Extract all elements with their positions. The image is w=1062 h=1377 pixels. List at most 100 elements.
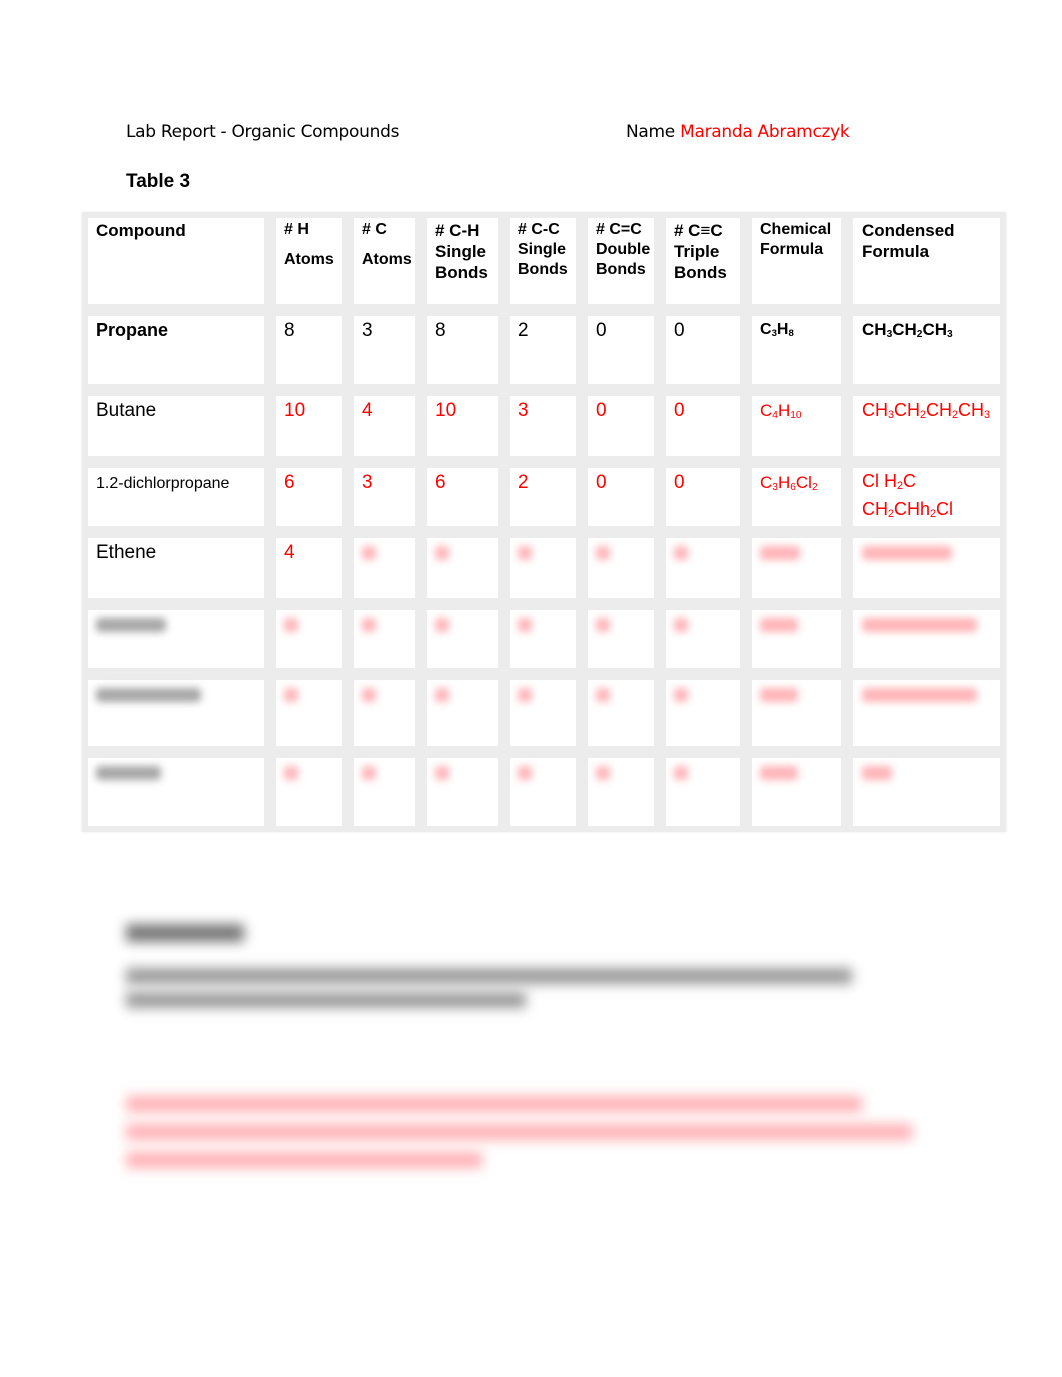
grid-cell <box>847 604 1006 674</box>
column-header-line: # C-C <box>518 221 560 238</box>
cell-value-cdc: 0 <box>596 400 607 421</box>
column-header: # C≡C Triple Bonds <box>674 220 727 283</box>
cell-value-cc: 2 <box>518 320 529 341</box>
column-header-line: Single <box>518 241 567 258</box>
grid-cell <box>660 462 746 532</box>
obscured-value <box>518 618 532 632</box>
obscured-value <box>518 546 532 560</box>
grid-cell <box>582 462 660 532</box>
formula-subscript: 3 <box>947 329 953 340</box>
grid-cell <box>582 604 660 674</box>
grid-cell <box>660 390 746 462</box>
grid-cell <box>348 674 421 752</box>
condensed-formula-line: Cl H2C <box>862 470 953 498</box>
obscured-value <box>362 618 376 632</box>
column-header-line: Formula <box>760 241 824 258</box>
grid-cell <box>270 310 348 390</box>
grid-cell <box>582 390 660 462</box>
cell-value-c: 3 <box>362 320 373 341</box>
compound-name: Propane <box>96 320 169 340</box>
obscured-value <box>362 766 376 780</box>
formula-part: CH <box>892 320 917 339</box>
column-header-line: Triple <box>674 242 720 261</box>
grid-cell <box>504 310 582 390</box>
formula-part: C <box>760 401 773 420</box>
formula-part: H <box>777 401 791 420</box>
obscured-compound-name <box>96 688 201 702</box>
obscured-value <box>674 688 688 702</box>
grid-cell <box>348 604 421 674</box>
grid-cell <box>421 604 504 674</box>
obscured-value <box>596 688 610 702</box>
formula-part: H <box>777 473 791 492</box>
answer-1-line2-obscured <box>126 1124 912 1140</box>
formula-part: Cl H <box>862 471 897 491</box>
formula-subscript: 10 <box>790 410 802 421</box>
obscured-value <box>435 688 449 702</box>
grid-cell <box>847 532 1006 604</box>
obscured-value <box>862 618 977 632</box>
obscured-value <box>862 688 977 702</box>
compound-name: 1.2-dichlorpropane <box>96 475 230 492</box>
grid-cell <box>421 462 504 532</box>
column-header-line: Atoms <box>362 251 412 268</box>
answer-1-obscured <box>126 1096 862 1112</box>
column-header-line: Formula <box>862 242 930 261</box>
obscured-value <box>435 766 449 780</box>
condensed-formula: Cl H2C CH2CHh2Cl <box>862 470 953 526</box>
formula-part: CH <box>862 400 888 420</box>
grid-row <box>82 532 1006 604</box>
column-header: # H Atoms <box>284 220 334 270</box>
column-header-line: Bonds <box>596 261 646 278</box>
obscured-value <box>596 546 610 560</box>
formula-part: CH <box>958 400 985 420</box>
cell-value-ch: 10 <box>435 400 457 421</box>
cell-value-h: 10 <box>284 400 306 421</box>
obscured-value <box>760 688 798 702</box>
table-title: Table 3 <box>126 171 191 192</box>
obscured-value <box>518 688 532 702</box>
obscured-value <box>760 766 798 780</box>
column-header-line: # C≡C <box>674 221 723 240</box>
formula-text: CH2CHh2Cl <box>862 499 953 520</box>
cell-value-ch: 6 <box>435 472 446 493</box>
grid-cell <box>82 752 270 832</box>
column-header: Compound <box>96 220 186 241</box>
obscured-value <box>435 546 449 560</box>
grid-cell <box>504 674 582 752</box>
grid-cell <box>847 674 1006 752</box>
question-1-obscured <box>126 968 852 984</box>
obscured-value <box>674 546 688 560</box>
document-title: Lab Report - Organic Compounds <box>126 122 400 142</box>
grid-cell <box>270 390 348 462</box>
column-header-line: Compound <box>96 221 186 240</box>
name-label: Name <box>626 122 675 142</box>
formula-subscript: 8 <box>788 328 794 339</box>
grid-cell <box>421 390 504 462</box>
grid-cell <box>421 674 504 752</box>
condensed-formula-line: CH2CHh2Cl <box>862 498 953 526</box>
chemical-formula: C3H6Cl2 <box>760 473 818 493</box>
formula-subscript: 2 <box>811 482 818 493</box>
formula-text: CH3CH2CH3 <box>862 320 953 340</box>
grid-cell <box>270 532 348 604</box>
column-header-line: Bonds <box>674 263 727 282</box>
cell-value-cc: 3 <box>518 400 529 421</box>
cell-value-h: 4 <box>284 542 295 563</box>
grid-cell <box>660 674 746 752</box>
grid-cell <box>504 604 582 674</box>
grid-cell <box>746 604 847 674</box>
obscured-value <box>596 618 610 632</box>
formula-text: CH3CH2CH2CH3 <box>862 400 990 421</box>
obscured-value <box>435 618 449 632</box>
grid-cell <box>660 752 746 832</box>
obscured-value <box>674 766 688 780</box>
obscured-value <box>862 766 892 780</box>
grid-cell <box>348 462 421 532</box>
condensed-formula: CH3CH2CH3 <box>862 316 1002 349</box>
cell-value-h: 8 <box>284 320 295 341</box>
chemical-formula: C3H8 <box>760 321 794 339</box>
grid-cell <box>746 532 847 604</box>
grid-cell <box>270 674 348 752</box>
column-header-line: # H <box>284 221 309 238</box>
